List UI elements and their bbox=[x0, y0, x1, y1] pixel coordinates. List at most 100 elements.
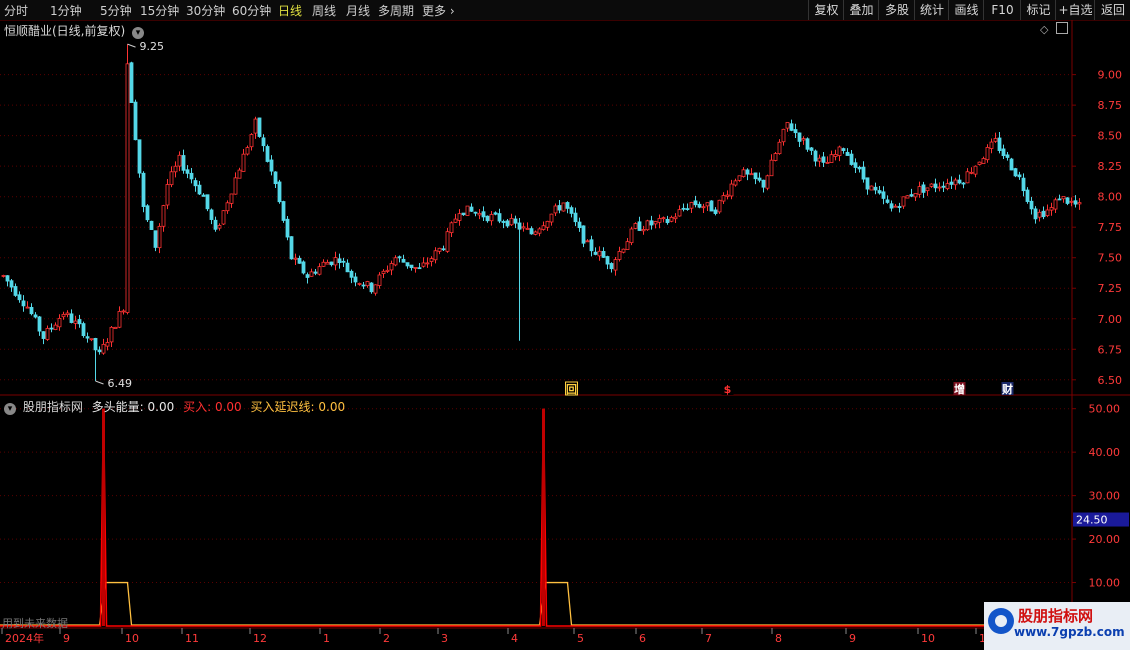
candle-body-158 bbox=[633, 223, 638, 229]
candle-body-130 bbox=[521, 226, 526, 229]
candle-body-157 bbox=[629, 228, 634, 244]
candle-body-231 bbox=[925, 187, 930, 192]
field1-value: 0.00 bbox=[147, 400, 175, 414]
candle-body-47 bbox=[189, 172, 194, 180]
price-tick-label-1: 6.75 bbox=[1098, 343, 1123, 356]
candle-body-85 bbox=[341, 260, 346, 263]
candle-body-247 bbox=[989, 141, 994, 149]
x-tick-label-4: 12 bbox=[253, 632, 267, 645]
candle-body-141 bbox=[565, 202, 570, 209]
candle-body-234 bbox=[937, 186, 942, 189]
candle-body-127 bbox=[509, 218, 514, 226]
candle-body-136 bbox=[545, 220, 550, 228]
panel-toggle-icon[interactable] bbox=[1056, 22, 1069, 34]
indicator-title-row: ▾ 股朋指标网 多头能量: 0.00 买入: 0.00 买入延迟线: 0.00 bbox=[4, 398, 345, 415]
candle-body-205 bbox=[821, 156, 826, 163]
candle-body-230 bbox=[921, 184, 926, 193]
candle-body-149 bbox=[597, 250, 602, 257]
candle-body-83 bbox=[333, 257, 338, 266]
field3-label: 买入延迟线: bbox=[250, 400, 315, 414]
candle-body-147 bbox=[589, 239, 594, 252]
field2-label: 买入: bbox=[183, 400, 212, 414]
watermark: 股朋指标网 www.7gpzb.com bbox=[984, 602, 1130, 650]
candle-body-58 bbox=[233, 177, 238, 195]
candle-body-44 bbox=[177, 154, 182, 167]
candle-body-244 bbox=[977, 161, 982, 165]
candle-body-243 bbox=[973, 165, 978, 175]
candle-body-189 bbox=[757, 177, 762, 181]
price-tick-label-9: 8.75 bbox=[1098, 99, 1123, 112]
candle-body-144 bbox=[577, 221, 582, 229]
candle-body-204 bbox=[817, 157, 822, 162]
candle-body-62 bbox=[249, 134, 254, 148]
candle-body-9 bbox=[37, 316, 42, 332]
candle-body-10 bbox=[41, 331, 46, 339]
candle-body-13 bbox=[53, 324, 58, 330]
candle-body-169 bbox=[677, 209, 682, 217]
candle-body-56 bbox=[225, 202, 230, 212]
candle-body-122 bbox=[489, 214, 494, 222]
x-tick-label-12: 8 bbox=[775, 632, 782, 645]
candle-body-94 bbox=[377, 274, 382, 286]
candle-body-242 bbox=[969, 171, 974, 174]
candle-body-162 bbox=[649, 220, 654, 226]
candle-body-23 bbox=[93, 338, 98, 351]
panel-icons: ◇ bbox=[1040, 22, 1069, 36]
candle-body-177 bbox=[709, 200, 714, 212]
candle-body-14 bbox=[57, 317, 62, 328]
candle-body-132 bbox=[529, 228, 534, 235]
candle-body-245 bbox=[981, 158, 986, 164]
candle-body-180 bbox=[721, 195, 726, 202]
x-tick-label-5: 1 bbox=[323, 632, 330, 645]
candle-body-246 bbox=[985, 147, 990, 161]
candle-body-257 bbox=[1029, 200, 1034, 210]
candle-body-211 bbox=[845, 151, 850, 156]
candle-body-154 bbox=[617, 251, 622, 260]
candle-body-128 bbox=[513, 218, 518, 224]
candle-body-193 bbox=[773, 153, 778, 161]
candle-body-206 bbox=[825, 162, 830, 164]
candle-body-21 bbox=[85, 336, 90, 339]
candle-body-168 bbox=[673, 216, 678, 220]
candle-body-46 bbox=[185, 169, 190, 174]
candle-body-38 bbox=[153, 230, 158, 248]
field3-value: 0.00 bbox=[318, 400, 346, 414]
candle-body-41 bbox=[165, 184, 170, 206]
candle-body-237 bbox=[949, 181, 954, 185]
candle-body-61 bbox=[245, 147, 250, 155]
candle-body-214 bbox=[857, 166, 862, 170]
candle-body-68 bbox=[273, 171, 278, 185]
candle-body-195 bbox=[781, 128, 786, 143]
price-tick-label-4: 7.50 bbox=[1098, 252, 1123, 265]
chevron-down-icon[interactable]: ▾ bbox=[4, 403, 16, 415]
chevron-down-icon[interactable]: ▾ bbox=[132, 27, 145, 39]
candle-body-59 bbox=[237, 169, 242, 179]
candle-body-240 bbox=[961, 182, 966, 185]
candle-body-199 bbox=[797, 132, 802, 142]
candle-body-197 bbox=[789, 123, 794, 131]
candle-body-49 bbox=[197, 184, 202, 195]
candle-body-113 bbox=[453, 218, 458, 223]
chart-area: 6.50 6.75 7.00 7.25 7.50 7.75 8.00 8.25 8.50 8.75… bbox=[0, 20, 1130, 645]
candle-body-125 bbox=[501, 221, 506, 223]
candle-body-129 bbox=[517, 222, 522, 230]
candle-body-51 bbox=[205, 194, 210, 210]
candle-body-54 bbox=[217, 225, 222, 229]
x-tick-label-7: 3 bbox=[441, 632, 448, 645]
candle-body-2 bbox=[9, 280, 14, 288]
candle-body-82 bbox=[329, 261, 334, 266]
candle-body-167 bbox=[669, 216, 674, 222]
candle-body-209 bbox=[837, 146, 842, 156]
candle-body-104 bbox=[417, 267, 422, 270]
candle-body-222 bbox=[889, 203, 894, 209]
candle-body-142 bbox=[569, 207, 574, 214]
candle-body-131 bbox=[525, 228, 530, 230]
diamond-icon[interactable]: ◇ bbox=[1040, 23, 1048, 36]
candle-body-264 bbox=[1057, 198, 1062, 201]
candle-body-228 bbox=[913, 193, 918, 198]
main-title-row: 恒顺醋业(日线,前复权) ▾ bbox=[4, 22, 145, 39]
candle-body-69 bbox=[277, 181, 282, 203]
event-marker-3: 财 bbox=[1001, 382, 1013, 396]
candle-body-178 bbox=[713, 209, 718, 214]
candle-body-103 bbox=[413, 267, 418, 269]
